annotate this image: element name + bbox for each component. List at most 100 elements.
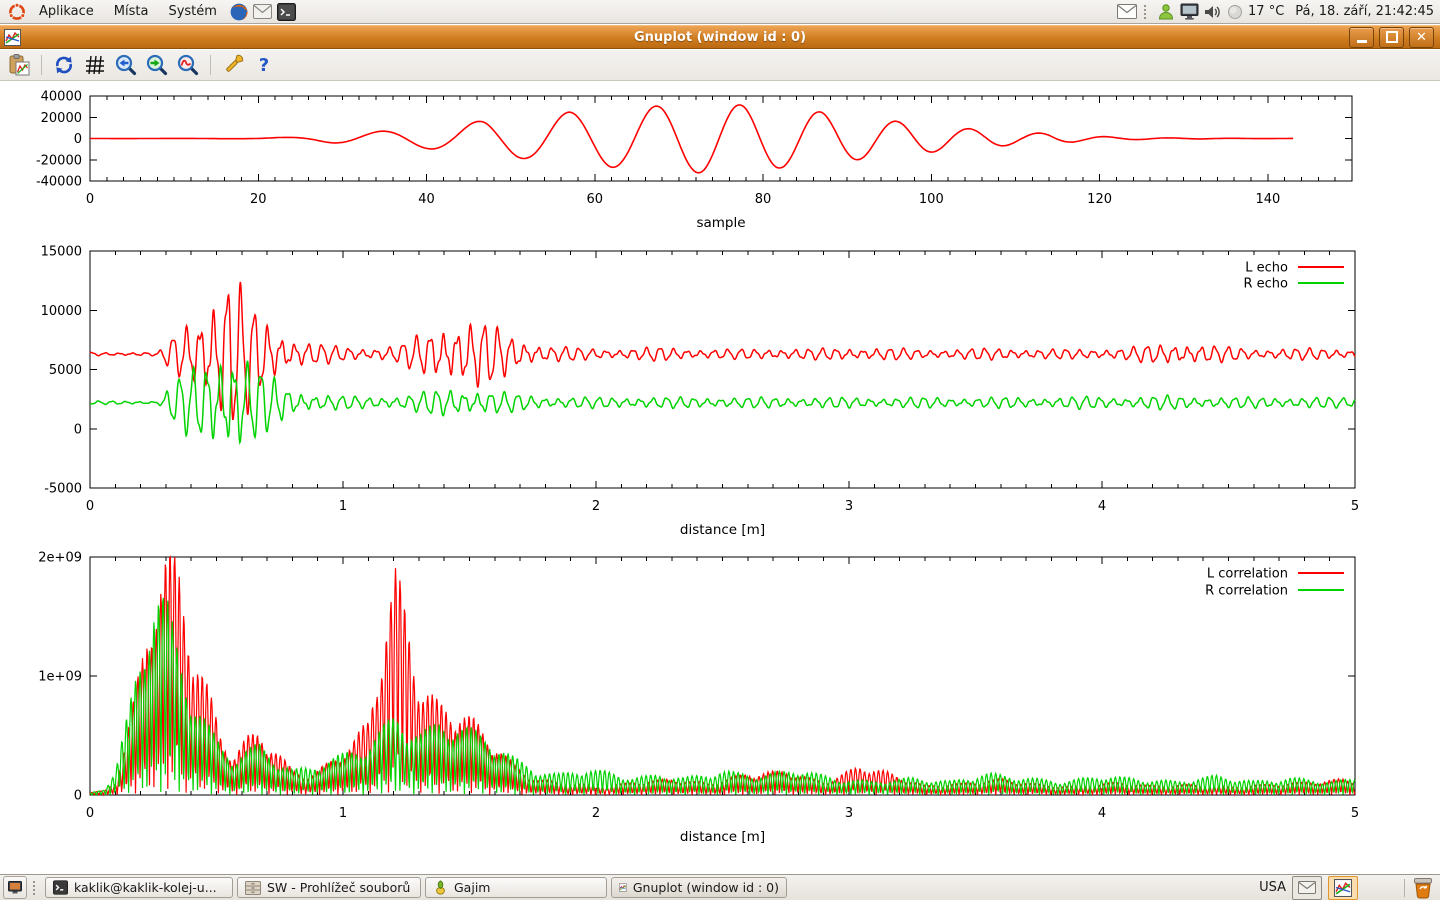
gnome-top-panel: Aplikace Místa Systém xyxy=(0,0,1440,24)
toolbar-separator xyxy=(210,55,211,75)
x-tick-label: 0 xyxy=(86,806,94,821)
gnuplot-plot-area[interactable]: 020406080100120140-40000-200000200004000… xyxy=(0,82,1440,874)
y-tick-label: -20000 xyxy=(36,153,82,168)
x-tick-label: 60 xyxy=(587,192,604,207)
grid-button[interactable] xyxy=(82,52,108,78)
window-controls: ✕ xyxy=(1349,27,1436,48)
panel-left: Aplikace Místa Systém xyxy=(6,1,298,23)
toolbar-separator xyxy=(41,55,42,75)
menu-places[interactable]: Místa xyxy=(105,2,158,21)
task-terminal[interactable]: kaklik@kaklik-kolej-u... xyxy=(45,877,233,898)
gnuplot-tray-icon[interactable] xyxy=(1328,876,1358,900)
x-tick-label: 0 xyxy=(86,192,94,207)
menu-applications[interactable]: Aplikace xyxy=(30,2,103,21)
mail-tray-button[interactable] xyxy=(1292,876,1322,900)
y-tick-label: 0 xyxy=(74,132,82,147)
gnuplot-toolbar: ? xyxy=(0,50,1440,81)
temperature-label[interactable]: 17 °C xyxy=(1248,4,1284,19)
mail-icon[interactable] xyxy=(252,1,274,23)
task-label: Gajim xyxy=(454,880,490,895)
x-tick-label: 2 xyxy=(592,806,600,821)
trash-icon[interactable] xyxy=(1411,876,1435,899)
maximize-button[interactable] xyxy=(1379,27,1404,48)
autoscale-button[interactable] xyxy=(175,52,201,78)
x-tick-label: 20 xyxy=(250,192,267,207)
x-tick-label: 1 xyxy=(339,806,347,821)
x-tick-label: 140 xyxy=(1255,192,1280,207)
y-tick-label: -40000 xyxy=(36,175,82,190)
window-title: Gnuplot (window id : 0) xyxy=(0,30,1440,45)
y-tick-label: 5000 xyxy=(49,363,82,378)
tray-separator xyxy=(1404,879,1405,897)
task-label: kaklik@kaklik-kolej-u... xyxy=(74,880,217,895)
gnome-taskbar: kaklik@kaklik-kolej-u... SW - Prohlížeč … xyxy=(0,874,1440,900)
x-tick-label: 40 xyxy=(418,192,435,207)
legend-label: L echo xyxy=(1245,261,1288,276)
zoom-previous-button[interactable] xyxy=(113,52,139,78)
help-button[interactable]: ? xyxy=(251,52,277,78)
show-desktop-button[interactable] xyxy=(3,876,27,899)
gnuplot-plots: 020406080100120140-40000-200000200004000… xyxy=(0,82,1440,874)
chart-0: 0 20 40 60 80 100 120 140 -40000 -20000 0 20000 4000… xyxy=(36,90,1352,232)
clock-label[interactable]: Pá, 18. září, 21:42:45 xyxy=(1295,4,1434,19)
y-tick-label: 0 xyxy=(74,789,82,804)
firefox-icon[interactable] xyxy=(228,1,250,23)
task-gajim[interactable]: Gajim xyxy=(425,877,607,898)
close-button[interactable]: ✕ xyxy=(1409,27,1434,48)
ubuntu-logo-icon[interactable] xyxy=(6,1,28,23)
panel-tray: 17 °C Pá, 18. září, 21:42:45 xyxy=(1117,3,1434,21)
legend-label: R correlation xyxy=(1205,584,1288,599)
desktop: Aplikace Místa Systém xyxy=(0,0,1440,900)
x-tick-label: 3 xyxy=(845,806,853,821)
x-axis-label: sample xyxy=(696,215,745,231)
y-tick-label: 1e+09 xyxy=(38,670,82,685)
user-switch-icon[interactable] xyxy=(1157,3,1175,21)
y-tick-label: -5000 xyxy=(44,482,82,497)
menu-system[interactable]: Systém xyxy=(159,2,225,21)
y-tick-label: 2e+09 xyxy=(38,551,82,566)
x-tick-label: 4 xyxy=(1098,806,1106,821)
weather-icon[interactable] xyxy=(1227,4,1243,20)
y-tick-label: 0 xyxy=(74,422,82,437)
legend-label: R echo xyxy=(1243,277,1288,292)
chart-2: 0 1 2 3 4 5 0 1e+09 2e+09 distance [m] L correlati… xyxy=(38,551,1359,846)
tray-handle xyxy=(1144,5,1150,19)
series-signal xyxy=(90,105,1293,173)
legend-label: L correlation xyxy=(1207,567,1288,582)
copy-to-clipboard-button[interactable] xyxy=(6,52,32,78)
x-axis-label: distance [m] xyxy=(680,522,765,538)
configure-button[interactable] xyxy=(220,52,246,78)
taskbar-tray: USA xyxy=(1259,876,1437,900)
x-tick-label: 5 xyxy=(1351,499,1359,514)
x-tick-label: 2 xyxy=(592,499,600,514)
x-tick-label: 4 xyxy=(1098,499,1106,514)
task-label: Gnuplot (window id : 0) xyxy=(633,880,779,895)
minimize-button[interactable] xyxy=(1349,27,1374,48)
window-titlebar[interactable]: Gnuplot (window id : 0) ✕ xyxy=(0,25,1440,49)
x-tick-label: 1 xyxy=(339,499,347,514)
x-tick-label: 3 xyxy=(845,499,853,514)
x-tick-label: 100 xyxy=(919,192,944,207)
y-tick-label: 15000 xyxy=(41,245,82,260)
volume-icon[interactable] xyxy=(1204,4,1222,20)
x-tick-label: 80 xyxy=(755,192,772,207)
series-r-echo xyxy=(90,361,1355,443)
task-file-browser[interactable]: SW - Prohlížeč souborů xyxy=(237,877,421,898)
svg-text:?: ? xyxy=(259,55,269,76)
mail-notification-icon[interactable] xyxy=(1117,4,1137,19)
task-gnuplot[interactable]: Gnuplot (window id : 0) xyxy=(611,877,787,898)
task-label: SW - Prohlížeč souborů xyxy=(267,880,410,895)
keyboard-layout-indicator[interactable]: USA xyxy=(1259,880,1286,895)
display-icon[interactable] xyxy=(1180,3,1199,20)
terminal-icon[interactable] xyxy=(276,1,298,23)
y-tick-label: 20000 xyxy=(41,111,82,126)
replot-button[interactable] xyxy=(51,52,77,78)
y-tick-label: 40000 xyxy=(41,90,82,105)
zoom-next-button[interactable] xyxy=(144,52,170,78)
x-tick-label: 0 xyxy=(86,499,94,514)
x-axis-label: distance [m] xyxy=(680,829,765,845)
x-tick-label: 5 xyxy=(1351,806,1359,821)
x-tick-label: 120 xyxy=(1087,192,1112,207)
y-tick-label: 10000 xyxy=(41,304,82,319)
chart-1: 0 1 2 3 4 5 -5000 0 5000 10000 15000 distance [m] L … xyxy=(41,245,1360,539)
